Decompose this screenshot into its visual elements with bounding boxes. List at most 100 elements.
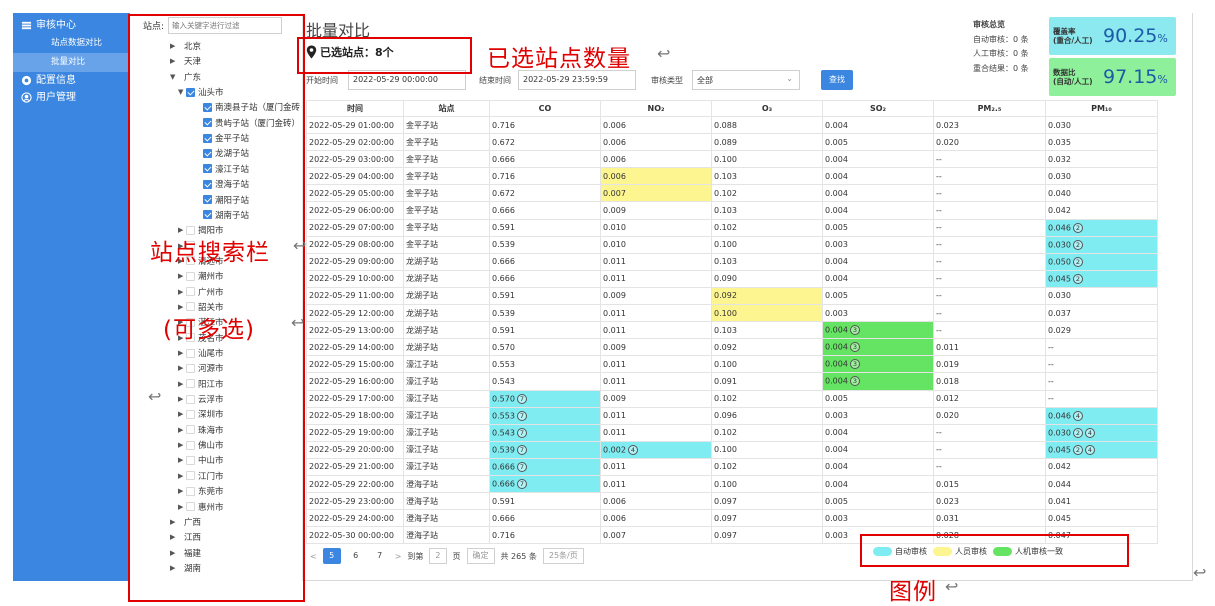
rule-badge[interactable]: 3 <box>849 342 860 353</box>
cell-value: 0.029 <box>1048 325 1071 335</box>
table-cell: 金平子站 <box>403 115 490 135</box>
rule-badge[interactable]: 4 <box>1072 410 1083 421</box>
nav-item-users[interactable]: 用户管理 <box>13 89 130 106</box>
nav-sub-batch-compare[interactable]: 批量对比 <box>13 53 130 72</box>
page-size-select[interactable]: 25条/页 <box>542 548 584 564</box>
table-row: 2022-05-29 13:00:00 龙湖子站 0.591 0.011 0.103 0.… <box>306 321 1158 340</box>
cell-value: 0.570 <box>492 342 515 352</box>
return-arrow-icon: ↩ <box>657 44 671 63</box>
data-ratio-sublabel: (自动/人工) <box>1053 77 1093 86</box>
nav-sub-station-compare[interactable]: 站点数据对比 <box>13 34 130 53</box>
cell-value: 0.591 <box>492 496 515 506</box>
rule-badge[interactable]: 4 <box>1084 427 1095 438</box>
table-cell: 0.666 7 <box>489 457 601 476</box>
cell-value: 0.030 <box>1048 240 1071 250</box>
cell-value: 0.020 <box>936 137 959 147</box>
table-cell: -- <box>933 184 1046 203</box>
table-cell: 龙湖子站 <box>403 269 490 288</box>
cell-value: -- <box>936 274 942 284</box>
cell-value: -- <box>936 223 942 233</box>
next-page-button[interactable]: > <box>395 552 402 561</box>
table-cell: 0.672 <box>489 184 601 203</box>
table-cell: 2022-05-29 05:00:00 <box>306 184 404 203</box>
cell-value: 0.097 <box>714 513 737 523</box>
cell-value: 0.006 <box>603 171 626 181</box>
return-arrow-icon: ↩ <box>293 236 307 255</box>
table-cell: 0.011 <box>600 304 712 323</box>
page-button-6[interactable]: 6 <box>347 548 365 564</box>
table-cell: 0.092 <box>711 338 823 357</box>
rule-badge[interactable]: 7 <box>516 461 527 472</box>
table-cell: 0.591 <box>489 492 601 511</box>
table-row: 2022-05-29 07:00:00 金平子站 0.591 0.010 0.102 0.… <box>306 218 1158 237</box>
table-cell: 0.553 7 <box>489 406 601 425</box>
table-cell: 0.011 <box>600 457 712 476</box>
rule-badge[interactable]: 3 <box>849 359 860 370</box>
rule-badge[interactable]: 7 <box>516 444 527 455</box>
prev-page-button[interactable]: < <box>310 552 317 561</box>
cell-value: 龙湖子站 <box>406 274 438 284</box>
end-time-input[interactable]: 2022-05-29 23:59:59 <box>518 70 636 90</box>
cell-value: 0.009 <box>603 394 626 404</box>
table-cell: 澄海子站 <box>403 526 490 545</box>
table-cell: 0.011 <box>600 474 712 494</box>
audit-type-select[interactable]: 全部 ⌄ <box>692 70 800 90</box>
table-cell: 0.029 <box>1045 321 1158 340</box>
page-button-5[interactable]: 5 <box>322 548 341 564</box>
table-cell: 0.006 <box>600 509 712 528</box>
goto-page-input[interactable]: 2 <box>429 548 447 564</box>
rule-badge[interactable]: 7 <box>516 410 527 421</box>
nav-item-audit-center[interactable]: 审核中心 <box>13 17 130 34</box>
table-cell: 0.003 <box>822 406 934 425</box>
table-cell: 龙湖子站 <box>403 252 490 271</box>
column-header: 站点 <box>403 100 490 117</box>
cell-value: 濠江子站 <box>406 411 438 421</box>
cell-value: 0.100 <box>714 479 737 489</box>
rule-badge[interactable]: 7 <box>516 479 527 490</box>
table-cell: 0.023 <box>933 115 1046 135</box>
goto-confirm-button[interactable]: 确定 <box>466 548 495 564</box>
cell-value: 0.102 <box>714 188 737 198</box>
table-cell: 0.539 7 <box>489 440 601 459</box>
table-cell: -- <box>933 218 1046 237</box>
table-cell: 0.004 <box>822 184 934 203</box>
rule-badge[interactable]: 2 <box>1072 444 1083 455</box>
rule-badge[interactable]: 2 <box>1072 239 1083 250</box>
search-button[interactable]: 查找 <box>821 70 853 90</box>
table-cell: 0.009 <box>600 201 712 220</box>
coverage-card: 覆盖率 (重合/人工) 90.25% <box>1049 17 1176 55</box>
cell-value: 0.004 <box>825 206 848 216</box>
rule-badge[interactable]: 2 <box>1072 256 1083 267</box>
cell-value: 0.102 <box>714 428 737 438</box>
cell-value: 0.103 <box>714 171 737 181</box>
table-cell: 0.030 <box>1045 286 1158 306</box>
cell-value: -- <box>1048 359 1054 369</box>
page-button-7[interactable]: 7 <box>371 548 389 564</box>
table-cell: 0.005 <box>822 389 934 408</box>
table-cell: -- <box>933 235 1046 254</box>
table-cell: 0.005 <box>822 286 934 306</box>
table-cell: 金平子站 <box>403 201 490 220</box>
table-cell: 0.011 <box>600 423 712 442</box>
cell-value: 0.591 <box>492 223 515 233</box>
rule-badge[interactable]: 4 <box>1084 444 1095 455</box>
cell-value: 0.004 <box>825 445 848 455</box>
nav-item-config[interactable]: 配置信息 <box>13 72 130 89</box>
table-cell: 金平子站 <box>403 167 490 186</box>
rule-badge[interactable]: 4 <box>627 444 638 455</box>
rule-badge[interactable]: 2 <box>1072 427 1083 438</box>
cell-value: 0.100 <box>714 308 737 318</box>
rule-badge[interactable]: 2 <box>1072 273 1083 284</box>
rule-badge[interactable]: 3 <box>849 325 860 336</box>
cell-value: 0.005 <box>825 137 848 147</box>
cell-value: 0.088 <box>714 120 737 130</box>
rule-badge[interactable]: 3 <box>849 376 860 387</box>
rule-badge[interactable]: 7 <box>516 393 527 404</box>
cell-value: 0.539 <box>492 240 515 250</box>
cell-value: 0.005 <box>825 496 848 506</box>
rule-badge[interactable]: 7 <box>516 427 527 438</box>
cell-value: 0.097 <box>714 530 737 540</box>
column-header: NO₂ <box>600 100 712 117</box>
rule-badge[interactable]: 2 <box>1072 222 1083 233</box>
table-cell: 0.004 <box>822 150 934 169</box>
